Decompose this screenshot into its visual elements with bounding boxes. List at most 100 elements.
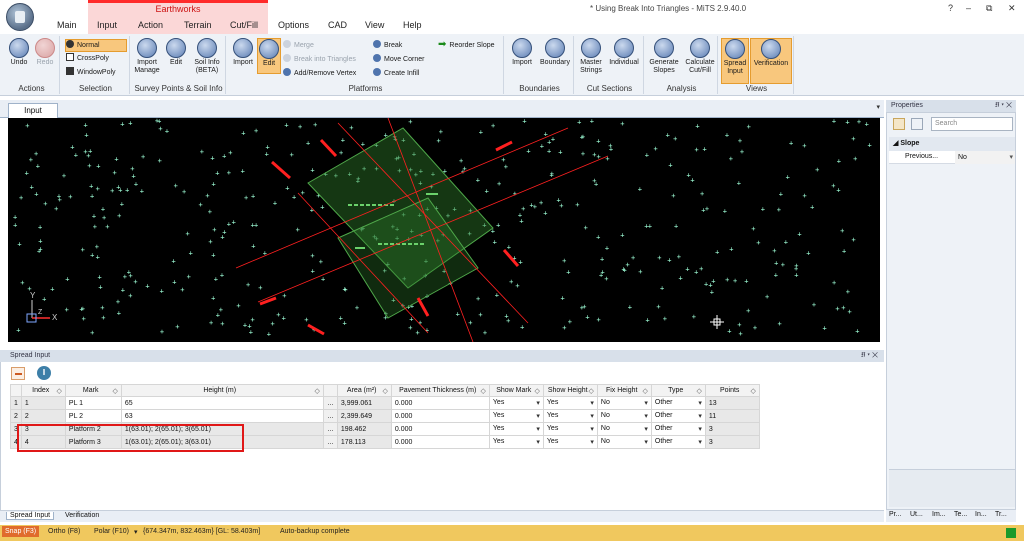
import-manage-button[interactable]: Import Manage [132,38,162,75]
cell-fix-height[interactable]: No [596,435,652,449]
ortho-toggle[interactable]: Ortho (F8) [48,528,80,535]
minimize-icon[interactable]: – [966,3,971,13]
break-into-triangles-button[interactable]: Break into Triangles [283,54,356,65]
cell-show-mark[interactable]: Yes [488,422,544,436]
col-area[interactable]: Area (m²) ◇ [336,384,392,397]
snap-toggle[interactable]: Snap (F3) [2,526,40,537]
help-icon[interactable]: ? [948,3,953,13]
individual-button[interactable]: Individual [606,38,642,67]
tab-cad[interactable]: CAD [328,20,347,30]
cell-fix-height[interactable]: No [596,396,652,410]
cell-show-height[interactable]: Yes [542,422,598,436]
tab-options[interactable]: Options [278,20,309,30]
soil-info-button[interactable]: Soil Info (BETA) [190,38,224,75]
selection-windowpoly[interactable]: WindowPoly [66,67,116,78]
calculate-cut-fill-button[interactable]: Calculate Cut/Fill [682,38,718,75]
cell-fix-height[interactable]: No [596,422,652,436]
category-slope[interactable]: ◢ Slope [889,137,1015,151]
cell-height[interactable]: 63 [120,409,324,423]
tab-main[interactable]: Main [57,20,77,30]
sort-icon[interactable]: ◇ [481,387,486,395]
sort-icon[interactable]: ◇ [751,387,756,395]
survey-edit-button[interactable]: Edit [164,38,188,67]
remove-row-button[interactable] [11,367,25,380]
tab-terrain[interactable]: Terrain [184,20,212,30]
platform-import-button[interactable]: Import [230,38,256,67]
tab-input-view[interactable]: Input [8,103,58,118]
tab-tr[interactable]: Tr... [995,511,1007,518]
selection-normal[interactable]: Normal [65,39,127,52]
boundary-import-button[interactable]: Import [508,38,536,67]
verification-button[interactable]: Verification [750,38,792,84]
cell-pavement[interactable]: 0.000 [390,435,490,449]
spread-input-button[interactable]: Spread Input [721,38,749,84]
properties-pin-icons[interactable]: ⭿ ▾ ✕ [995,100,1012,112]
property-row-previous[interactable]: Previous... No [889,151,1015,164]
tab-terrain-panel[interactable]: Te... [954,511,967,518]
cell-show-height[interactable]: Yes [542,435,598,449]
cell-type[interactable]: Other [650,396,706,410]
platform-edit-button[interactable]: Edit [257,38,281,74]
undo-button[interactable]: Undo [6,38,32,67]
tab-import[interactable]: Im... [932,511,946,518]
height-ellipsis-button[interactable]: ... [322,396,338,410]
polar-dropdown-icon[interactable]: ▾ [134,528,138,536]
tab-action[interactable]: Action [138,20,163,30]
close-icon[interactable]: ✕ [1008,3,1016,14]
reorder-slope-button[interactable]: ➡ Reorder Slope [438,40,495,51]
property-value-dropdown[interactable]: No [955,151,1015,164]
boundary-button[interactable]: Boundary [537,38,573,67]
categorized-icon[interactable] [893,118,905,130]
cell-mark[interactable]: PL 1 [64,396,122,410]
merge-button[interactable]: Merge [283,40,314,51]
tab-view[interactable]: View [365,20,384,30]
tab-utilities[interactable]: Ut... [910,511,923,518]
restore-icon[interactable]: ⧉ [986,3,992,14]
sort-icon[interactable]: ◇ [315,387,320,395]
row-number[interactable]: 2 [10,409,22,423]
columns-icon[interactable]: ‖ [37,366,51,380]
height-ellipsis-button[interactable]: ... [322,435,338,449]
cell-pavement[interactable]: 0.000 [390,396,490,410]
sort-icon[interactable]: ◇ [57,387,62,395]
properties-search-input[interactable]: Search [931,117,1013,131]
spread-pin-icons[interactable]: ⭿ ▾ ✕ [861,350,878,362]
sort-icon[interactable]: ◇ [535,387,540,395]
cell-show-mark[interactable]: Yes [488,409,544,423]
cell-pavement[interactable]: 0.000 [390,409,490,423]
cell-type[interactable]: Other [650,409,706,423]
tab-spread-input[interactable]: Spread Input [6,512,55,520]
col-fix-height[interactable]: Fix Height ◇ [596,384,652,397]
cell-show-height[interactable]: Yes [542,396,598,410]
col-show-mark[interactable]: Show Mark ◇ [488,384,544,397]
row-number[interactable]: 1 [10,396,22,410]
col-pavement[interactable]: Pavement Thickness (m) ◇ [390,384,490,397]
cell-show-mark[interactable]: Yes [488,435,544,449]
sort-icon[interactable]: ◇ [697,387,702,395]
col-height[interactable]: Height (m) ◇ [120,384,324,397]
tab-input-panel[interactable]: In... [975,511,987,518]
sort-icon[interactable]: ◇ [113,387,118,395]
height-ellipsis-button[interactable]: ... [322,409,338,423]
sort-icon[interactable]: ◇ [383,387,388,395]
create-infill-button[interactable]: Create Infill [373,68,419,79]
col-mark[interactable]: Mark ◇ [64,384,122,397]
tab-help[interactable]: Help [403,20,422,30]
tab-cut-fill[interactable]: Cut/Fill [230,20,258,30]
sort-icon[interactable]: ◇ [589,387,594,395]
master-strings-button[interactable]: Master Strings [577,38,605,75]
cell-show-height[interactable]: Yes [542,409,598,423]
col-index[interactable]: Index ◇ [20,384,66,397]
panel-menu-icon[interactable]: ▾ [876,103,880,111]
table-row[interactable]: 2 2 PL 2 63 ... 2,399.649 0.000 Yes Yes … [10,409,760,423]
add-remove-vertex-button[interactable]: Add/Remove Vertex [283,68,356,79]
alphabetical-icon[interactable] [911,118,923,130]
break-button[interactable]: Break [373,40,402,51]
cell-fix-height[interactable]: No [596,409,652,423]
app-logo-button[interactable] [6,3,34,31]
cell-height[interactable]: 65 [120,396,324,410]
selection-crosspoly[interactable]: CrossPoly [66,53,109,64]
polar-toggle[interactable]: Polar (F10) [94,528,129,535]
cad-drawing[interactable]: + + + + + + + + + + + + + + + + + + + + + + + + + + + + + + + + + + + + + + + +… [8,118,880,342]
height-ellipsis-button[interactable]: ... [322,422,338,436]
